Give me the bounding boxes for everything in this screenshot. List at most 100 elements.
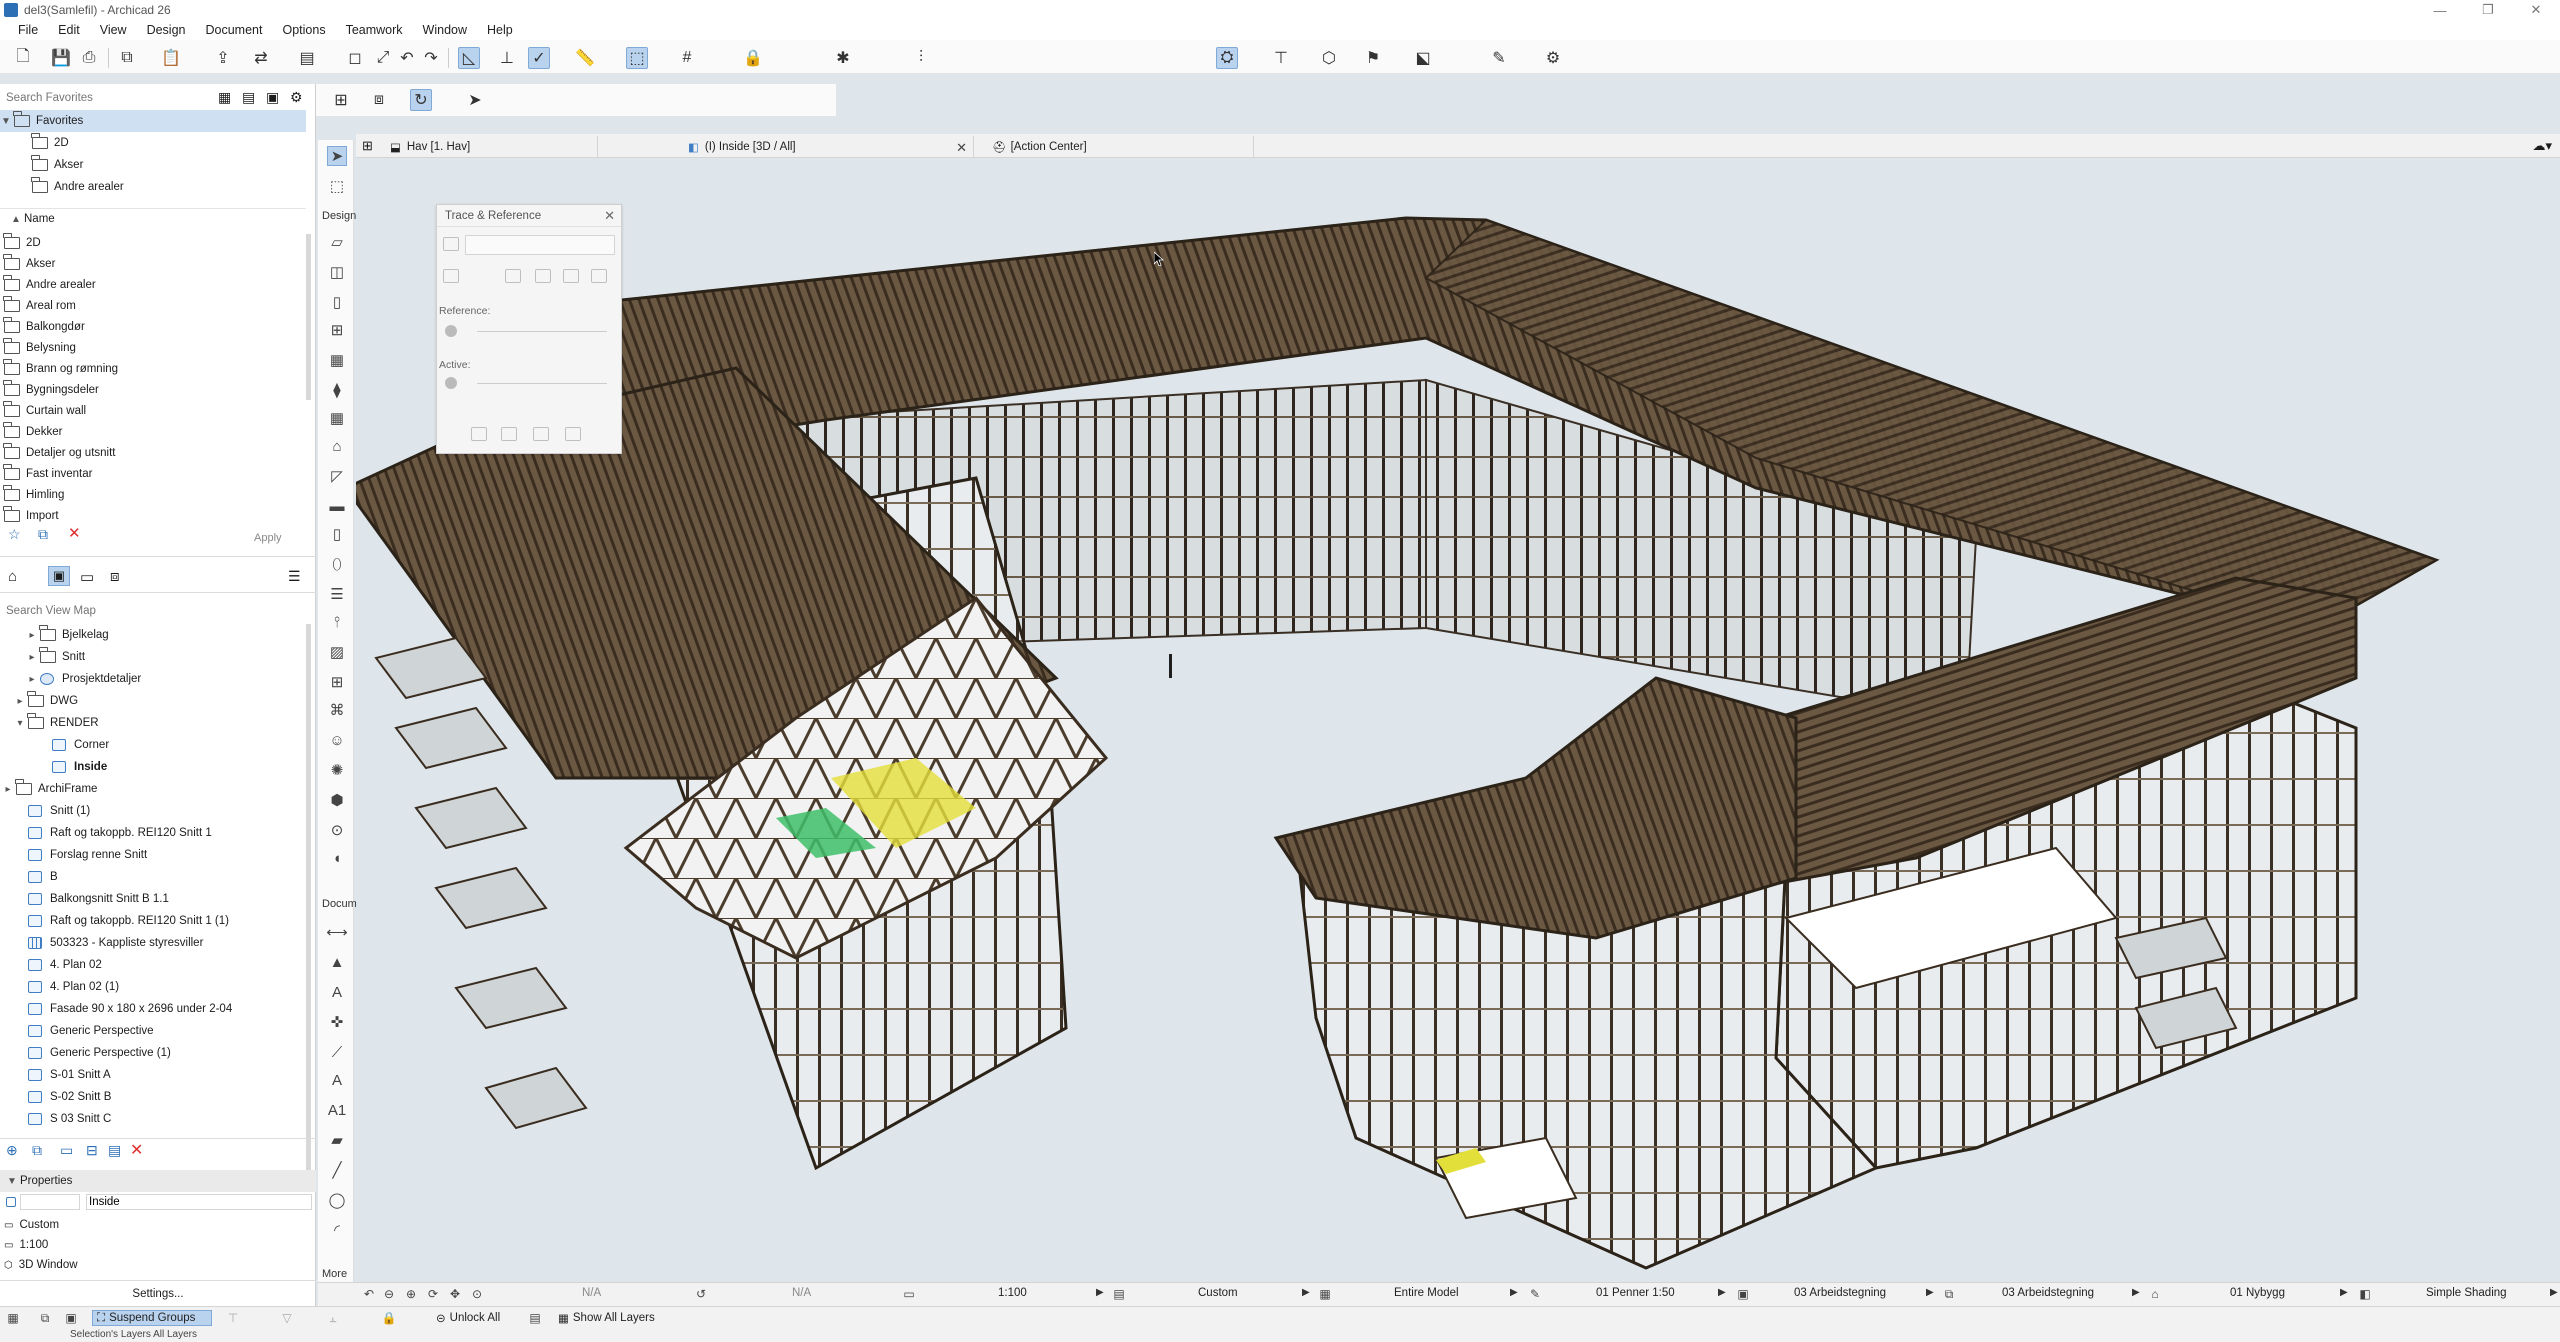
view-details-icon[interactable]: ▤ [242,89,255,106]
zone-icon[interactable]: ⬕ [1412,47,1434,69]
expand-arrow-icon[interactable]: ▾ [14,718,26,729]
view-map-item[interactable]: ▸ DWG [0,690,78,712]
layer-icon[interactable]: ▤ [296,47,318,69]
reference-color-icon[interactable] [445,325,457,337]
favorites-header[interactable]: ▼ Favorites [0,110,306,132]
expand-arrow-icon[interactable]: ▸ [26,652,38,663]
skylight-tool-icon[interactable]: ⊞ [327,672,347,692]
active-slider[interactable] [477,383,607,387]
curtain-wall-tool-icon[interactable]: ▦ [327,408,347,428]
tab-action-center[interactable]: ⛑ [Action Center] [984,136,1254,158]
label-tool-icon[interactable]: ✜ [327,1012,347,1032]
expand-arrow-icon[interactable]: ▸ [26,674,38,685]
text-tool-icon[interactable]: A [327,982,347,1002]
name-column-header[interactable]: ▲ Name [0,208,55,230]
renovation-icon[interactable]: ⌂ [2148,1287,2162,1301]
menu-options[interactable]: Options [272,23,335,37]
view-map-item[interactable]: S-01 Snitt A [0,1064,111,1086]
selection-layers-label[interactable]: Selection's Layers All Layers [70,1329,197,1341]
split-icon[interactable] [533,427,549,441]
slab-tool-icon[interactable]: ⧫ [327,380,347,400]
magic-wand-icon[interactable]: ✱ [832,47,854,69]
folder-item[interactable]: Bygningsdeler [0,379,99,401]
tab-floor-plan[interactable]: ⬓ Hav [1. Hav] [382,136,598,158]
new-folder-icon[interactable]: ▭ [60,1142,73,1159]
snap-guides-icon[interactable]: ◺ [458,47,480,69]
folder-item[interactable]: Import [0,505,59,527]
move-reference-icon[interactable] [535,269,551,283]
view-map-item[interactable]: Balkongsnitt Snitt B 1.1 [0,888,169,910]
layers-icon[interactable]: ⧉ [38,1311,52,1325]
view-map-item[interactable]: ▸ Snitt [0,646,85,668]
3d-building-model[interactable] [356,158,2560,1280]
new-file-icon[interactable]: 🗋 [12,47,34,69]
minimize-button[interactable]: — [2416,0,2464,20]
wall-tool-icon[interactable]: ▱ [327,232,347,252]
tab-3d-inside[interactable]: ◧ (I) Inside [3D / All] ✕ [678,136,974,158]
trace-toggle-icon[interactable] [443,237,459,251]
pipette-icon[interactable]: ✎ [1488,47,1510,69]
level-dim-tool-icon[interactable]: ▲ [327,952,347,972]
unlock-all-button[interactable]: ⊝ Unlock All [436,1310,500,1326]
shell-tool-icon[interactable]: ◸ [327,466,347,486]
undo-zoom-icon[interactable]: ↶ [362,1287,376,1301]
view-map-item[interactable]: 4. Plan 02 [0,954,102,976]
object-tool-icon[interactable]: ⊞ [327,320,347,340]
zone-tool-icon[interactable]: ▨ [327,642,347,662]
add-favorite-icon[interactable]: ☆ [8,526,21,543]
menu-edit[interactable]: Edit [48,23,90,37]
render-icon[interactable]: ⛭ [1216,47,1238,69]
folder-item[interactable]: Dekker [0,421,62,443]
line-tool-icon[interactable]: ╱ [327,1160,347,1180]
view-map-item[interactable]: Snitt (1) [0,800,90,822]
view-map-item[interactable]: 503323 - Kappliste styresviller [0,932,203,954]
close-tab-icon[interactable]: ✕ [956,140,967,156]
align-bottom-icon[interactable]: ▽ [280,1311,294,1325]
roof-tool-icon[interactable]: ⌂ [327,436,347,456]
beam-tool-icon[interactable]: ▬ [327,496,347,516]
menu-teamwork[interactable]: Teamwork [336,23,413,37]
reference-select[interactable] [465,235,615,255]
light-tool-icon[interactable]: ✺ [327,760,347,780]
show-all-layers-button[interactable]: ▦ Show All Layers [558,1310,655,1326]
structure-display-icon[interactable]: ▤ [1112,1287,1126,1301]
angle-field[interactable]: N/A [582,1287,601,1299]
folder-item[interactable]: Brann og rømning [0,358,118,380]
view-settings-icon[interactable]: ⊟ [86,1142,98,1159]
mesh-tool-icon[interactable]: ▯ [327,524,347,544]
scale-field[interactable]: 1:100 [998,1287,1027,1299]
folder-item[interactable]: Andre arealer [0,274,96,296]
suspend-icon[interactable]: ⬚ [626,47,648,69]
project-map-icon[interactable]: ⌂ [8,568,17,585]
flag-icon[interactable]: ⚑ [1362,47,1384,69]
override-icon[interactable]: ⧉ [1942,1287,1956,1301]
model-filter-icon[interactable]: ▦ [1318,1287,1332,1301]
publisher-icon[interactable]: ⧈ [110,568,120,585]
override-field[interactable]: 03 Arbeidstegning [2002,1287,2094,1299]
view-map-item[interactable]: Corner [0,734,109,756]
print-icon[interactable]: ⎙ [78,47,100,69]
teamwork-icon[interactable]: ⇄ [250,47,272,69]
diff-icon[interactable] [565,427,581,441]
view-map-item[interactable]: Raft og takoppb. REI120 Snitt 1 (1) [0,910,229,932]
dimension-tool-icon[interactable]: ⟷ [326,922,348,942]
view-map-item[interactable]: ▸ Bjelkelag [0,624,109,646]
distribute-bottom-icon[interactable]: ⫠ [326,1311,340,1325]
align-icon[interactable]: ⫶ [910,47,932,69]
favorites-options-icon[interactable]: ⚙ [290,89,303,106]
guideline-icon[interactable]: ⊥ [496,47,518,69]
pen-set-icon[interactable]: ✎ [1528,1287,1542,1301]
railing-tool-icon[interactable]: ⫯ [327,612,347,632]
view-map-item[interactable]: 4. Plan 02 (1) [0,976,119,998]
pointer-icon[interactable]: ➤ [464,89,486,111]
folder-item[interactable]: Fast inventar [0,463,92,485]
open-view-icon[interactable]: ▤ [108,1142,121,1159]
3d-viewport[interactable]: Trace & Reference ✕ Reference: Active: [356,158,2560,1280]
cursor-snap-icon[interactable]: ✓ [528,47,550,69]
view-map-item[interactable]: ▸ Prosjektdetaljer [0,668,141,690]
view-map-item[interactable]: Fasade 90 x 180 x 2696 under 2-04 [0,998,232,1020]
view-map-item[interactable]: S-02 Snitt B [0,1086,111,1108]
arc-tool-icon[interactable]: ◜ [327,1220,347,1240]
redo-icon[interactable]: ↷ [420,47,442,69]
orbit-icon[interactable]: ↻ [410,89,432,111]
